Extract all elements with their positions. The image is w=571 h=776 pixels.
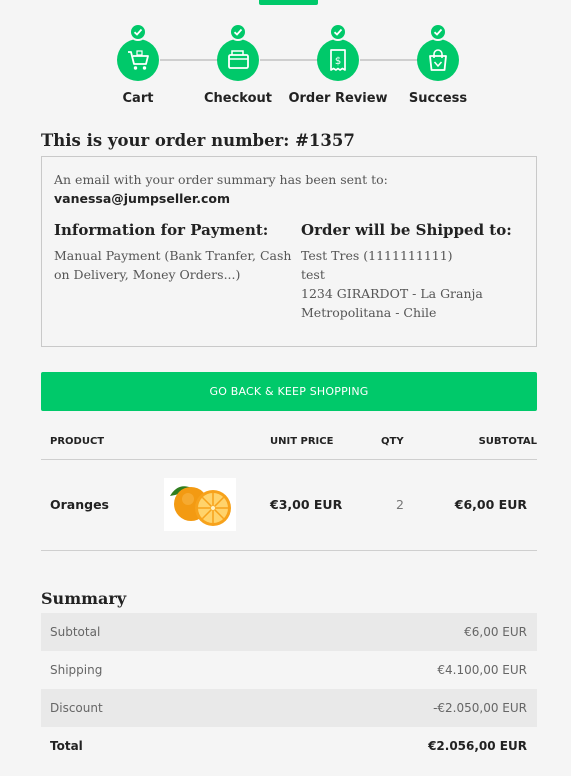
- payment-info-title: Information for Payment:: [54, 221, 269, 239]
- step-order-review[interactable]: $ Order Review: [283, 23, 393, 106]
- step-circle: [217, 23, 259, 81]
- oranges-image[interactable]: [164, 478, 236, 531]
- check-icon: [329, 23, 347, 41]
- row-subtotal: €6,00 EUR: [454, 497, 527, 512]
- summary-value: -€2.050,00 EUR: [433, 701, 527, 715]
- column-header-product: PRODUCT: [50, 436, 105, 447]
- step-circle: [417, 23, 459, 81]
- cart-icon: [128, 50, 149, 70]
- column-header-qty: QTY: [381, 436, 404, 447]
- check-icon: [129, 23, 147, 41]
- payment-line: Manual Payment (Bank Tranfer, Cash: [54, 248, 292, 263]
- step-success[interactable]: Success: [383, 23, 493, 106]
- table-divider: [41, 550, 537, 551]
- summary-row-shipping: Shipping €4.100,00 EUR: [41, 651, 537, 689]
- summary-label: Subtotal: [50, 625, 101, 639]
- table-divider: [41, 459, 537, 460]
- payment-line: on Delivery, Money Orders...): [54, 267, 241, 282]
- summary-label: Total: [50, 739, 83, 753]
- unit-price: €3,00 EUR: [270, 497, 343, 512]
- summary-label: Shipping: [50, 663, 103, 677]
- checkout-progress-stepper: Cart Checkout $ Order Review Success: [0, 23, 571, 114]
- step-label: Checkout: [203, 91, 272, 106]
- summary-value: €2.056,00 EUR: [428, 739, 527, 753]
- order-info-box: An email with your order summary has bee…: [41, 156, 537, 347]
- column-header-subtotal: SUBTOTAL: [478, 436, 537, 447]
- quantity: 2: [396, 497, 404, 512]
- check-icon: [429, 23, 447, 41]
- svg-text:$: $: [335, 56, 341, 67]
- step-label: Success: [408, 91, 468, 106]
- step-checkout[interactable]: Checkout: [183, 23, 293, 106]
- step-label: Cart: [122, 91, 154, 106]
- summary-label: Discount: [50, 701, 103, 715]
- keep-shopping-button[interactable]: GO BACK & KEEP SHOPPING: [41, 372, 537, 411]
- column-header-unit-price: UNIT PRICE: [270, 436, 334, 447]
- shipping-line: Metropolitana - Chile: [301, 305, 437, 320]
- shipping-line: Test Tres (1111111111): [301, 248, 453, 263]
- wallet-icon: [228, 50, 249, 69]
- shipping-line: 1234 GIRARDOT - La Granja: [301, 286, 483, 301]
- shopping-bag-icon: [429, 49, 447, 71]
- active-tab-indicator: [259, 0, 318, 5]
- product-name[interactable]: Oranges: [50, 497, 109, 512]
- check-icon: [229, 23, 247, 41]
- email-address: vanessa@jumpseller.com: [54, 191, 231, 206]
- summary-row-discount: Discount -€2.050,00 EUR: [41, 689, 537, 727]
- step-circle: [117, 23, 159, 81]
- order-number-title: This is your order number: #1357: [41, 131, 355, 150]
- shipping-address: Test Tres (1111111111) test 1234 GIRARDO…: [301, 246, 483, 322]
- summary-title: Summary: [41, 589, 127, 608]
- email-note: An email with your order summary has bee…: [54, 172, 388, 187]
- summary-value: €6,00 EUR: [464, 625, 527, 639]
- shipping-line: test: [301, 267, 325, 282]
- summary-value: €4.100,00 EUR: [437, 663, 527, 677]
- summary-row-total: Total €2.056,00 EUR: [41, 727, 537, 765]
- summary-row-subtotal: Subtotal €6,00 EUR: [41, 613, 537, 651]
- step-circle: $: [317, 23, 359, 81]
- shipping-info-title: Order will be Shipped to:: [301, 221, 512, 239]
- step-label: Order Review: [288, 91, 388, 106]
- step-cart[interactable]: Cart: [83, 23, 193, 106]
- payment-info-text: Manual Payment (Bank Tranfer, Cash on De…: [54, 246, 291, 284]
- receipt-icon: $: [330, 49, 346, 71]
